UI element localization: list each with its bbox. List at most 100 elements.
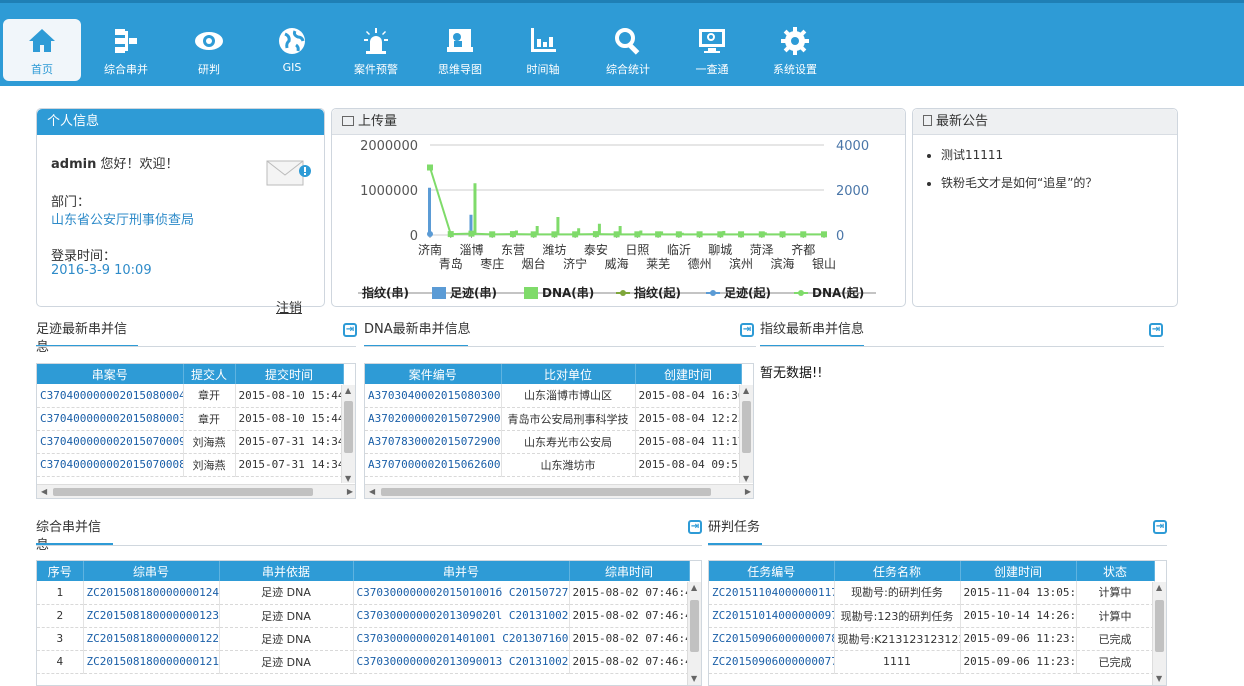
- vertical-scrollbar[interactable]: ▲ ▼: [1152, 582, 1166, 685]
- table-row[interactable]: C370400000002015070009 刘海燕 2015-07-31 14:3…: [37, 430, 344, 454]
- col-header[interactable]: 任务名称: [834, 561, 961, 581]
- point-dna-cases: [572, 231, 579, 238]
- table-cell: 2015-08-02 07:46:4: [569, 627, 690, 651]
- nav-label: 系统设置: [773, 63, 817, 76]
- notice-link[interactable]: 铁粉毛文才是如何“追星”的？: [941, 176, 1097, 190]
- logout-link[interactable]: 注销: [276, 297, 302, 316]
- nav-stats[interactable]: 综合统计: [588, 19, 668, 81]
- notice-item[interactable]: 测试11111: [941, 141, 1097, 169]
- nav-query[interactable]: 一查通: [672, 19, 752, 81]
- nav-alert[interactable]: 案件预警: [336, 19, 416, 81]
- table-cell[interactable]: C370400000002015070009: [37, 430, 184, 454]
- nav-combined[interactable]: 综合串并: [86, 19, 166, 81]
- table-cell: 2015-08-04 16:36: [635, 384, 742, 408]
- point-dna-cases: [717, 231, 724, 238]
- table-row[interactable]: C370400000002015080004 章开 2015-08-10 15:44…: [37, 384, 344, 408]
- welcome-text: admin 您好！欢迎！: [51, 153, 178, 172]
- table-header-row: 串案号 提交人 提交时间: [37, 364, 344, 384]
- table-cell[interactable]: C37030000000201309001З C2013100201: [353, 650, 570, 674]
- table-cell[interactable]: C370400000002015070008: [37, 453, 184, 477]
- vertical-scrollbar[interactable]: ▲ ▼: [341, 385, 355, 483]
- table-row[interactable]: A3702000002015072900 青岛市公安局刑事科学技 2015-08-0…: [365, 407, 742, 431]
- table-row[interactable]: ZC20150906000000078 现勘号:K213123123123 2015…: [709, 627, 1155, 651]
- col-header[interactable]: 综串号: [83, 561, 220, 581]
- table-row[interactable]: A3703040002015080300 山东淄博市博山区 2015-08-04 1…: [365, 384, 742, 408]
- table-row[interactable]: 4 ZC201508180000000121 足迹 DNA C370300000002…: [37, 650, 690, 674]
- col-header[interactable]: 创建时间: [635, 364, 742, 384]
- table-cell[interactable]: ZC20150906000000077: [709, 650, 835, 674]
- vertical-scrollbar[interactable]: ▲ ▼: [687, 582, 701, 685]
- table-cell: 现勘号:的研判任务: [834, 581, 961, 605]
- table-cell[interactable]: C37030000000201401001 C2013071601: [353, 627, 570, 651]
- table-cell[interactable]: ZC201508180000000124: [83, 581, 220, 605]
- notice-link[interactable]: 测试11111: [941, 148, 1003, 162]
- horizontal-scrollbar[interactable]: ◀ ▶: [37, 484, 355, 498]
- table-cell[interactable]: A3707830002015072900: [365, 430, 502, 454]
- export-icon[interactable]: ⇥: [688, 520, 702, 534]
- col-header[interactable]: 状态: [1076, 561, 1155, 581]
- table-cell: 4: [37, 650, 84, 674]
- col-header[interactable]: 串案号: [37, 364, 184, 384]
- table-cell[interactable]: ZC201508180000000122: [83, 627, 220, 651]
- notice-item[interactable]: 铁粉毛文才是如何“追星”的？: [941, 169, 1097, 197]
- mail-icon[interactable]: [266, 159, 312, 187]
- nav-settings[interactable]: 系统设置: [755, 19, 835, 81]
- table-row[interactable]: ZC20151104000000117 现勘号:的研判任务 2015-11-04 1…: [709, 581, 1155, 605]
- section-divider: [36, 545, 702, 546]
- table-cell[interactable]: C37030000000201309020l C2013100201: [353, 604, 570, 628]
- table-cell: 2015-08-10 15:44:: [235, 407, 344, 431]
- table-row[interactable]: 1 ZC201508180000000124 足迹 DNA C370300000002…: [37, 581, 690, 605]
- point-dna-cases: [655, 231, 662, 238]
- table-row[interactable]: C370400000002015070008 刘海燕 2015-07-31 14:3…: [37, 453, 344, 477]
- x-tick-label: 济南: [418, 242, 442, 257]
- nav-home[interactable]: 首页: [3, 19, 81, 81]
- table-cell: 2015-10-14 14:26:4: [960, 604, 1077, 628]
- col-header[interactable]: 比对单位: [501, 364, 636, 384]
- nav-analysis[interactable]: 研判: [169, 19, 249, 81]
- nav-label: GIS: [282, 61, 302, 74]
- table-cell[interactable]: ZC201508180000000121: [83, 650, 220, 674]
- table-cell[interactable]: ZC201508180000000123: [83, 604, 220, 628]
- x-tick-label: 泰安: [584, 242, 608, 257]
- horizontal-scrollbar[interactable]: ◀ ▶: [365, 484, 753, 498]
- legend-marker: [710, 290, 716, 296]
- col-header[interactable]: 序号: [37, 561, 84, 581]
- col-header[interactable]: 创建时间: [960, 561, 1077, 581]
- table-cell[interactable]: A3707000002015062600: [365, 453, 502, 477]
- table-cell[interactable]: ZC20151014000000097: [709, 604, 835, 628]
- export-icon[interactable]: ⇥: [740, 323, 754, 337]
- col-header[interactable]: 案件编号: [365, 364, 502, 384]
- vertical-scrollbar[interactable]: ▲ ▼: [739, 385, 753, 483]
- table-row[interactable]: C370400000002015080003 章开 2015-08-10 15:44…: [37, 407, 344, 431]
- table-cell: 已完成: [1076, 627, 1155, 651]
- table-cell[interactable]: C370400000002015080004: [37, 384, 184, 408]
- table-cell[interactable]: ZC20150906000000078: [709, 627, 835, 651]
- table-cell: 2015-08-02 07:46:4: [569, 604, 690, 628]
- col-header[interactable]: 串并号: [353, 561, 570, 581]
- table-row[interactable]: A3707830002015072900 山东寿光市公安局 2015-08-04 1…: [365, 430, 742, 454]
- login-label: 登录时间：: [51, 249, 117, 264]
- col-header[interactable]: 提交人: [183, 364, 236, 384]
- nav-timeline[interactable]: 时间轴: [503, 19, 583, 81]
- table-row[interactable]: ZC20151014000000097 现勘号:123的研判任务 2015-10-1…: [709, 604, 1155, 628]
- export-icon[interactable]: ⇥: [343, 323, 357, 337]
- col-header[interactable]: 提交时间: [235, 364, 344, 384]
- line-dna-cases: [429, 167, 824, 236]
- table-row[interactable]: A3707000002015062600 山东潍坊市 2015-08-04 09:5…: [365, 453, 742, 477]
- nav-mindmap[interactable]: 思维导图: [420, 19, 500, 81]
- table-cell[interactable]: ZC20151104000000117: [709, 581, 835, 605]
- table-row[interactable]: ZC20150906000000077 1111 2015-09-06 11:23:…: [709, 650, 1155, 674]
- col-header[interactable]: 任务编号: [709, 561, 835, 581]
- table-cell[interactable]: A3703040002015080300: [365, 384, 502, 408]
- col-header[interactable]: 综串时间: [569, 561, 690, 581]
- footprint-table: 串案号 提交人 提交时间 C370400000002015080004 章开 201…: [37, 364, 344, 477]
- col-header[interactable]: 串并依据: [219, 561, 354, 581]
- table-cell[interactable]: C37030000000201501001б C2015072702: [353, 581, 570, 605]
- export-icon[interactable]: ⇥: [1149, 323, 1163, 337]
- export-icon[interactable]: ⇥: [1153, 520, 1167, 534]
- table-cell[interactable]: C370400000002015080003: [37, 407, 184, 431]
- nav-gis[interactable]: GIS: [252, 19, 332, 81]
- table-cell[interactable]: A3702000002015072900: [365, 407, 502, 431]
- table-row[interactable]: 3 ZC201508180000000122 足迹 DNA C370300000002…: [37, 627, 690, 651]
- table-row[interactable]: 2 ZC201508180000000123 足迹 DNA C370300000002…: [37, 604, 690, 628]
